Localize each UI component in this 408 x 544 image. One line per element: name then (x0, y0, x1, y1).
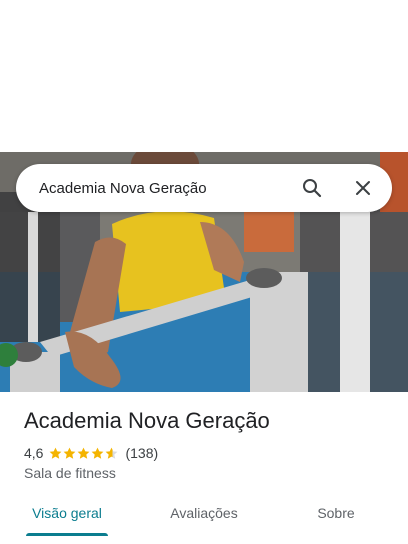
rating-value: 4,6 (24, 445, 44, 461)
rating-row[interactable]: 4,6 (138) (24, 444, 158, 462)
rating-stars (49, 447, 119, 460)
star-icon (106, 447, 118, 459)
place-title: Academia Nova Geração (24, 408, 270, 433)
star-icon (92, 447, 104, 459)
search-icon[interactable] (299, 175, 325, 201)
search-input[interactable]: Academia Nova Geração (39, 180, 299, 197)
close-icon[interactable] (350, 175, 376, 201)
place-category[interactable]: Sala de fitness (24, 465, 116, 481)
search-bar[interactable]: Academia Nova Geração (16, 164, 392, 212)
star-icon (78, 447, 90, 459)
active-tab-indicator (26, 533, 108, 536)
star-icon (50, 447, 62, 459)
tab-reviews[interactable]: Avaliações (158, 494, 250, 532)
tab-bar: Visão geral Avaliações Sobre (0, 494, 408, 536)
tab-reviews-label: Avaliações (170, 505, 238, 521)
reviews-count[interactable]: (138) (125, 445, 158, 461)
tab-overview[interactable]: Visão geral (26, 494, 108, 532)
tab-about-label: Sobre (317, 505, 355, 521)
tab-about[interactable]: Sobre (306, 494, 366, 532)
star-icon (64, 447, 76, 459)
tab-overview-label: Visão geral (32, 505, 102, 521)
